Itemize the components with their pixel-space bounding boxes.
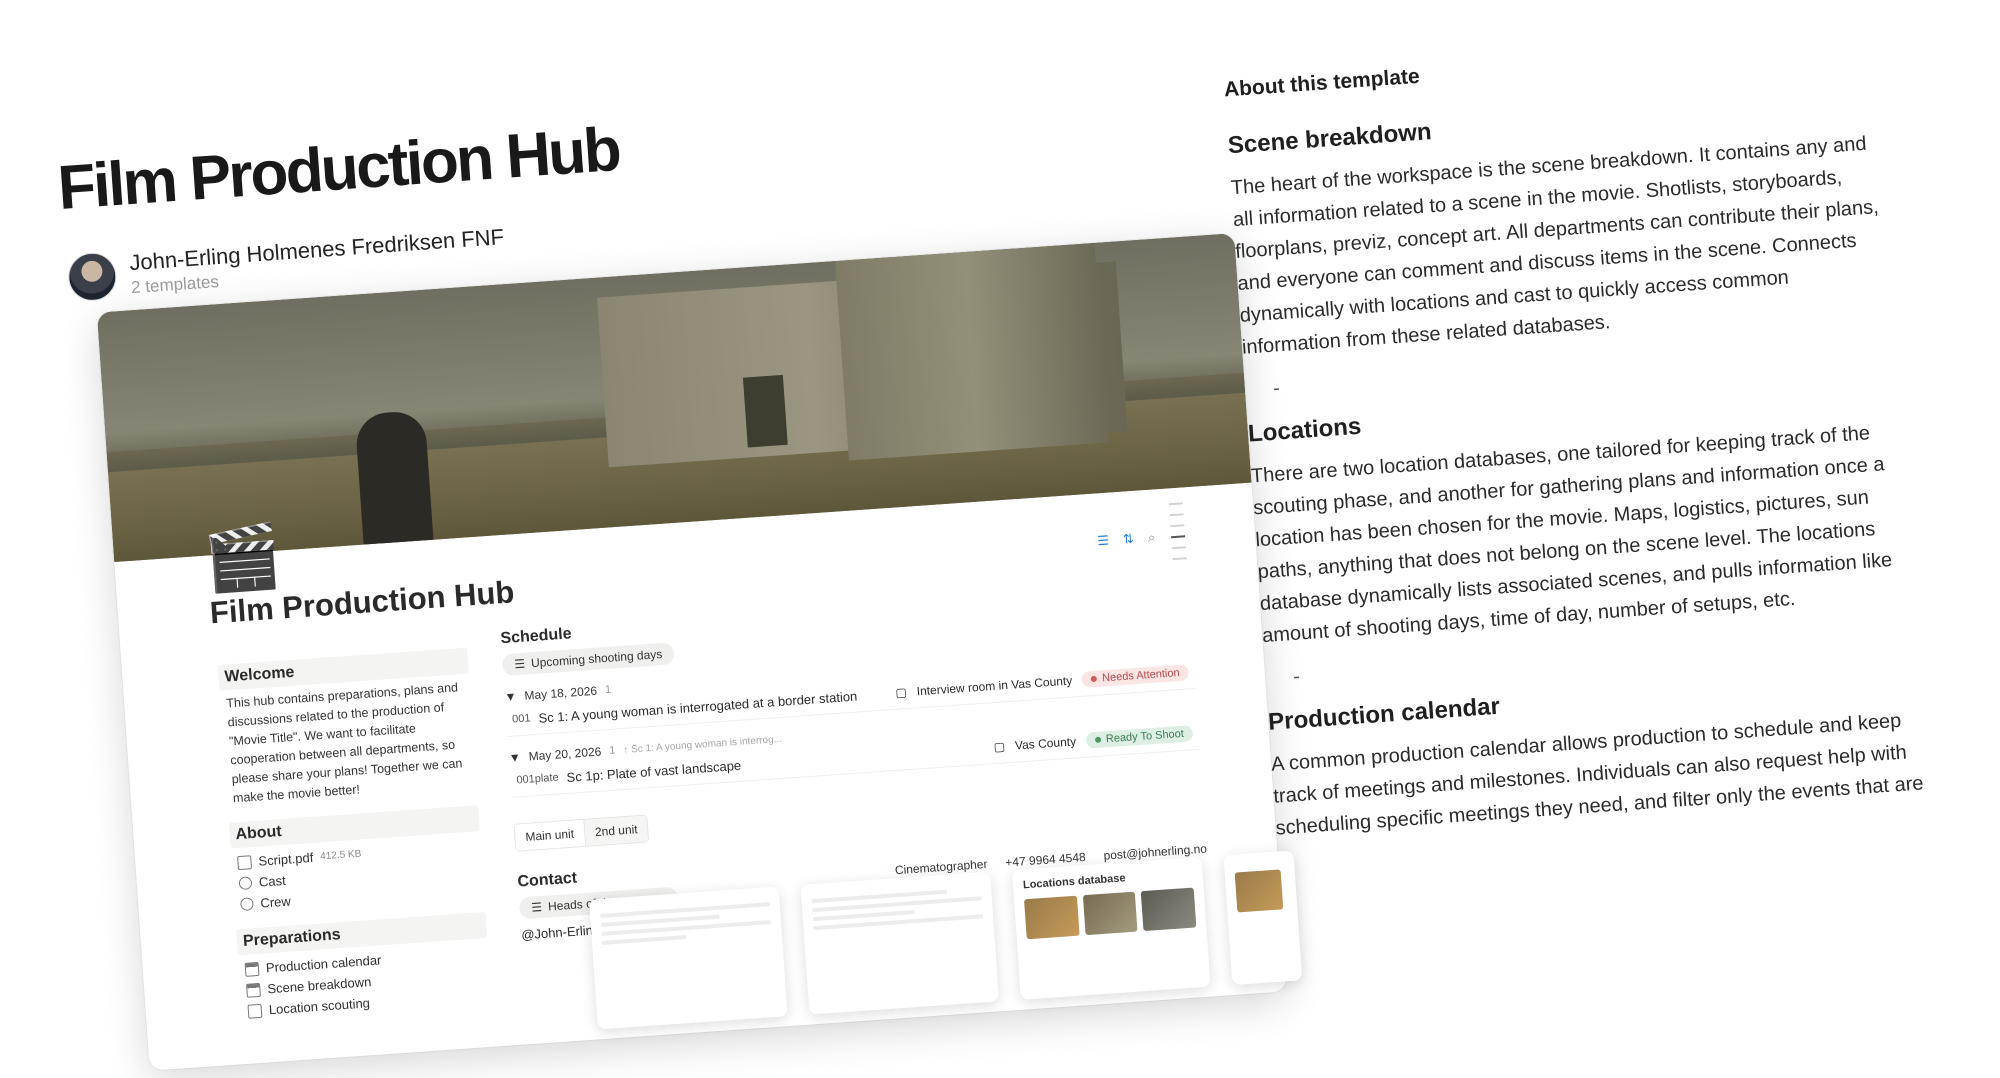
tab-main-unit[interactable]: Main unit [514,819,586,851]
scene-location[interactable]: Vas County [1015,734,1077,752]
list-icon: ☰ [513,656,526,672]
thumbnail-4[interactable] [1223,850,1303,986]
template-page: Film Production Hub John-Erling Holmenes… [0,0,2000,1071]
group-count: 1 [608,744,616,757]
outline-mark-active[interactable] [1171,535,1186,539]
map-icon [247,1003,263,1019]
section-body-locations: There are two location databases, one ta… [1250,422,1893,648]
avatar[interactable] [66,251,118,303]
status-dot [1090,675,1098,683]
thumbnail-photos [1234,869,1288,913]
outline-mark[interactable] [1171,546,1186,550]
thumbnail-2[interactable] [800,871,1000,1015]
scene-code: 001plate [516,771,560,787]
scene-code: 001 [511,712,531,726]
thumbnail-photos [1024,887,1197,940]
file-icon [237,854,252,870]
people-icon [238,876,253,891]
script-file-size: 412.5 KB [319,848,362,863]
list-icon: ☰ [530,900,543,915]
location-scouting-label: Location scouting [268,995,371,1018]
page-icon: ▢ [993,739,1006,755]
outline-mark[interactable] [1169,513,1184,517]
schedule-heading: Schedule [499,625,573,648]
status-label: Needs Attention [1101,666,1181,685]
sort-icon[interactable]: ⇅ [1122,531,1134,548]
schedule-view-tab[interactable]: ☰ Upcoming shooting days [501,642,675,677]
page-icon: ▢ [894,685,908,700]
cast-label: Cast [258,872,287,890]
caret-down-icon[interactable]: ▼ [508,750,521,765]
filter-icon[interactable]: ☰ [1097,533,1110,550]
scene-name: Sc 1p: Plate of vast landscape [566,757,742,785]
cover-door [742,374,788,448]
cover-tower [835,242,1109,461]
thumbnail-lines [599,902,772,945]
cover-figure [354,410,435,563]
table-icon [245,982,261,998]
welcome-text: This hub contains preparations, plans an… [225,680,463,806]
calendar-icon [244,961,260,977]
thumbnail-1[interactable] [588,886,788,1030]
thumbnail-lines [811,887,984,931]
section-body-scene-breakdown: The heart of the workspace is the scene … [1230,132,1880,359]
unit-tabs: Main unit 2nd unit [513,814,650,852]
tab-2nd-unit[interactable]: 2nd unit [584,815,649,846]
about-template-heading: About this template [1223,64,1421,102]
status-label: Ready To Shoot [1105,727,1185,746]
crew-label: Crew [259,893,292,911]
outline-scroll-marks[interactable] [1168,502,1187,561]
outline-mark[interactable] [1168,502,1183,506]
people-icon [240,897,254,912]
thumbnail-title: Locations database [1022,872,1126,892]
status-badge[interactable]: Needs Attention [1081,664,1190,688]
view-toolbar: ☰ ⇅ ⌕ [1097,529,1156,549]
left-column: Welcome This hub contains preparations, … [217,647,492,1023]
outline-mark[interactable] [1170,524,1185,528]
search-icon[interactable]: ⌕ [1147,529,1155,545]
page-title: Film Production Hub [55,114,622,223]
scene-location[interactable]: Interview room in Vas County [916,673,1072,698]
status-dot [1094,736,1102,744]
clapperboard-icon: 🎬 [202,521,284,596]
about-template-panel: About this template Scene breakdown The … [1223,33,1925,844]
caret-down-icon[interactable]: ▼ [504,689,517,704]
group-count: 1 [604,683,612,697]
thumbnail-locations[interactable]: Locations database [1011,856,1211,1000]
status-badge[interactable]: Ready To Shoot [1085,725,1194,749]
outline-mark[interactable] [1172,557,1187,561]
schedule-view-label: Upcoming shooting days [530,647,663,671]
script-file-label: Script.pdf [257,849,314,869]
